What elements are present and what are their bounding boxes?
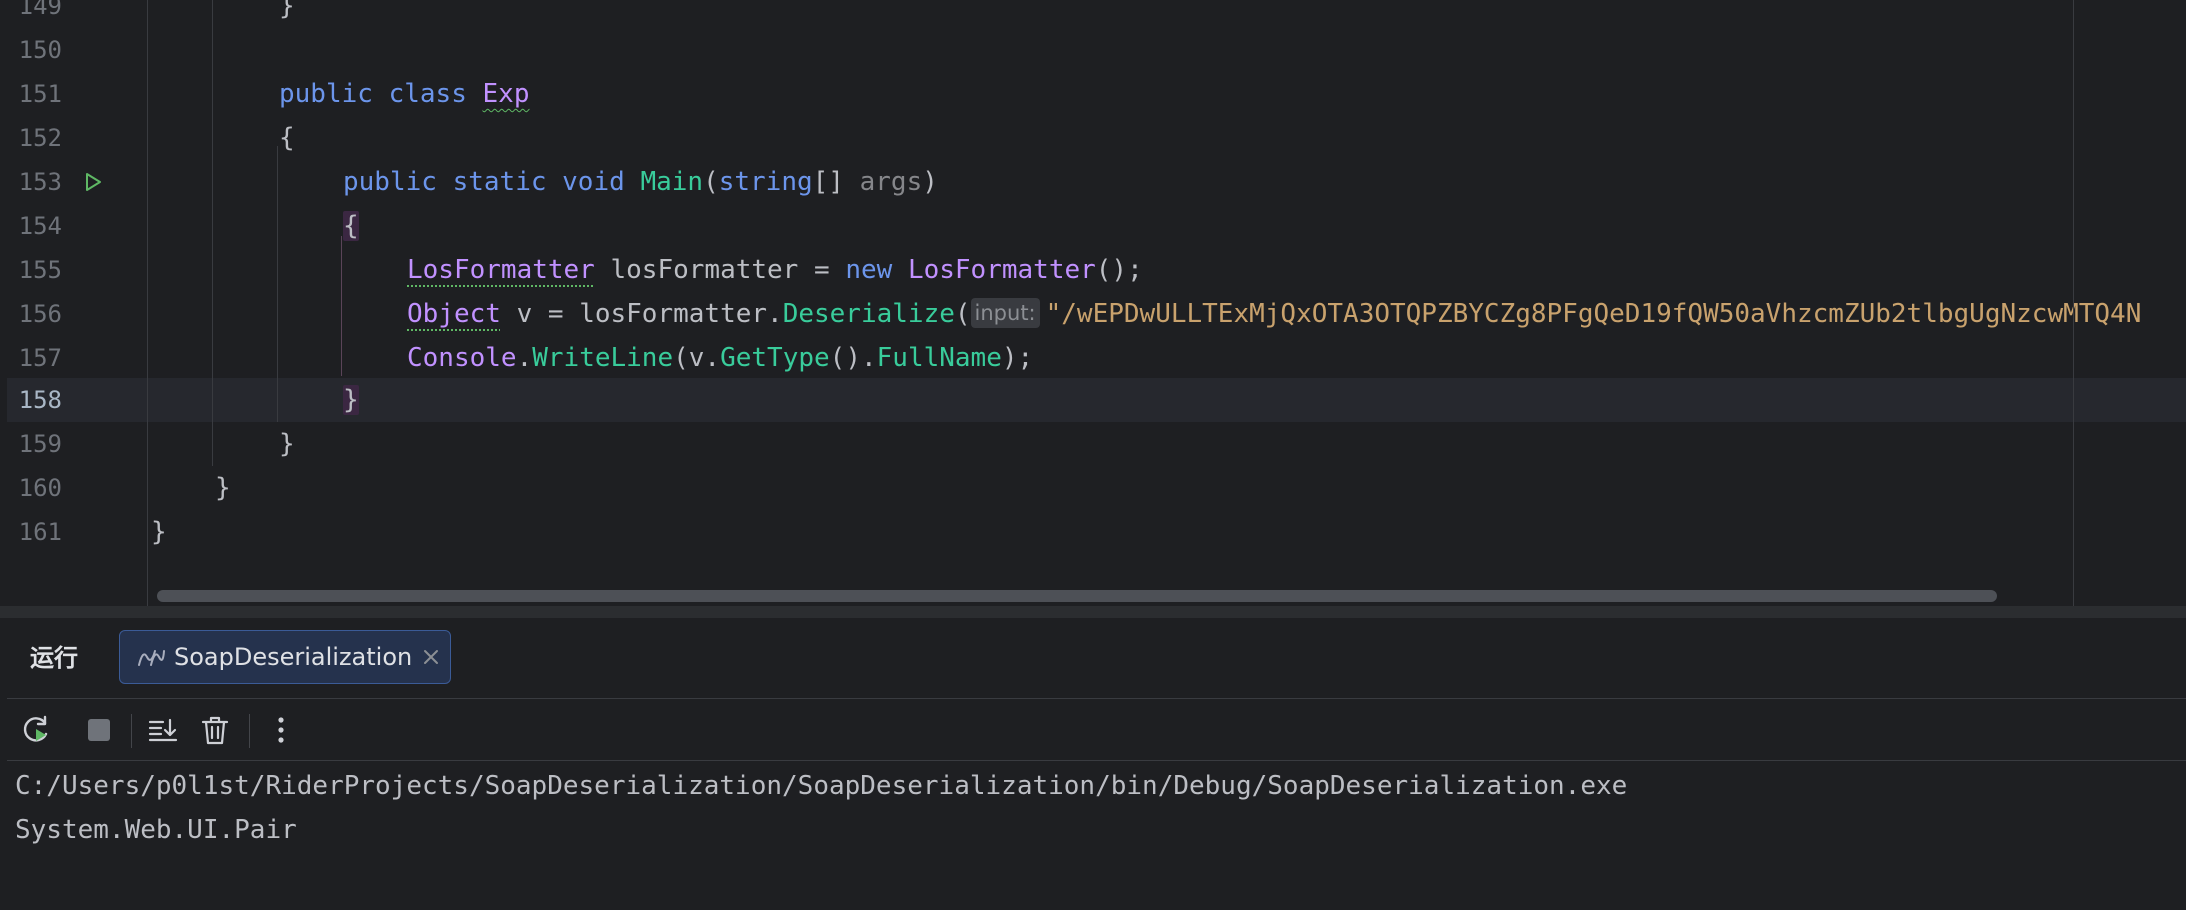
line-number: 151 xyxy=(18,80,62,108)
tab-soap-deserialization[interactable]: SoapDeserialization xyxy=(119,630,451,684)
code-line-157: Console.WriteLine(v.GetType().FullName); xyxy=(407,343,1034,373)
matched-brace: { xyxy=(343,211,359,241)
line-number: 161 xyxy=(18,518,62,546)
code-editor[interactable]: 149 150 151 152 153 154 155 156 157 158 … xyxy=(7,0,2186,606)
close-icon[interactable] xyxy=(420,645,442,669)
code-line-156: Object v = losFormatter.Deserialize(inpu… xyxy=(407,297,2142,329)
horizontal-scrollbar[interactable] xyxy=(157,590,1997,602)
line-number: 152 xyxy=(18,124,62,152)
matched-brace: } xyxy=(343,385,359,415)
more-icon[interactable] xyxy=(263,712,299,748)
code-line-151: public class Exp xyxy=(279,79,530,109)
stop-icon[interactable] xyxy=(81,712,117,748)
toolbar-separator xyxy=(131,714,132,748)
class-name-exp: Exp xyxy=(482,79,530,109)
indent-guide xyxy=(277,146,278,422)
right-margin-guide xyxy=(2073,0,2074,606)
line-number: 153 xyxy=(18,168,62,196)
toolbar-separator xyxy=(249,714,250,748)
line-number: 150 xyxy=(18,36,62,64)
run-toolbar xyxy=(7,700,2186,761)
code-line-152: { xyxy=(279,123,295,153)
line-number: 149 xyxy=(18,0,62,20)
code-line-154: { xyxy=(343,204,359,248)
console-output-line: System.Web.UI.Pair xyxy=(15,815,297,845)
line-number: 156 xyxy=(18,300,62,328)
dotnet-run-config-icon xyxy=(137,645,165,669)
line-number: 159 xyxy=(18,430,62,458)
line-number: 158 xyxy=(18,386,62,414)
run-tab-bar: 运行 SoapDeserialization xyxy=(7,618,2186,699)
code-line-153: public static void Main(string[] args) xyxy=(343,167,938,197)
line-number: 155 xyxy=(18,256,62,284)
indent-guide xyxy=(212,0,213,466)
scroll-to-end-icon[interactable] xyxy=(145,712,181,748)
run-tool-window: 运行 SoapDeserialization C:/Users/p0l1st/R… xyxy=(7,618,2186,910)
code-line-161: } xyxy=(151,517,167,547)
parameter-hint: input: xyxy=(970,297,1040,328)
code-line-149: } xyxy=(279,0,295,21)
indent-guide-active xyxy=(341,236,342,376)
run-panel-title: 运行 xyxy=(30,644,78,672)
code-line-160: } xyxy=(215,473,231,503)
line-number: 154 xyxy=(18,212,62,240)
code-line-155: LosFormatter losFormatter = new LosForma… xyxy=(407,255,1143,285)
code-line-159: } xyxy=(279,429,295,459)
line-number-gutter: 149 150 151 152 153 154 155 156 157 158 … xyxy=(7,0,147,606)
current-line-highlight xyxy=(7,378,2186,422)
clear-all-icon[interactable] xyxy=(197,712,233,748)
line-number: 157 xyxy=(18,344,62,372)
indent-guide xyxy=(147,0,148,606)
line-number: 160 xyxy=(18,474,62,502)
code-line-158: } xyxy=(343,378,359,422)
rerun-icon[interactable] xyxy=(19,712,55,748)
tab-label: SoapDeserialization xyxy=(174,643,413,671)
panel-splitter[interactable] xyxy=(0,606,2186,618)
console-output-line: C:/Users/p0l1st/RiderProjects/SoapDeseri… xyxy=(15,771,1628,801)
run-gutter-icon[interactable] xyxy=(83,160,103,204)
